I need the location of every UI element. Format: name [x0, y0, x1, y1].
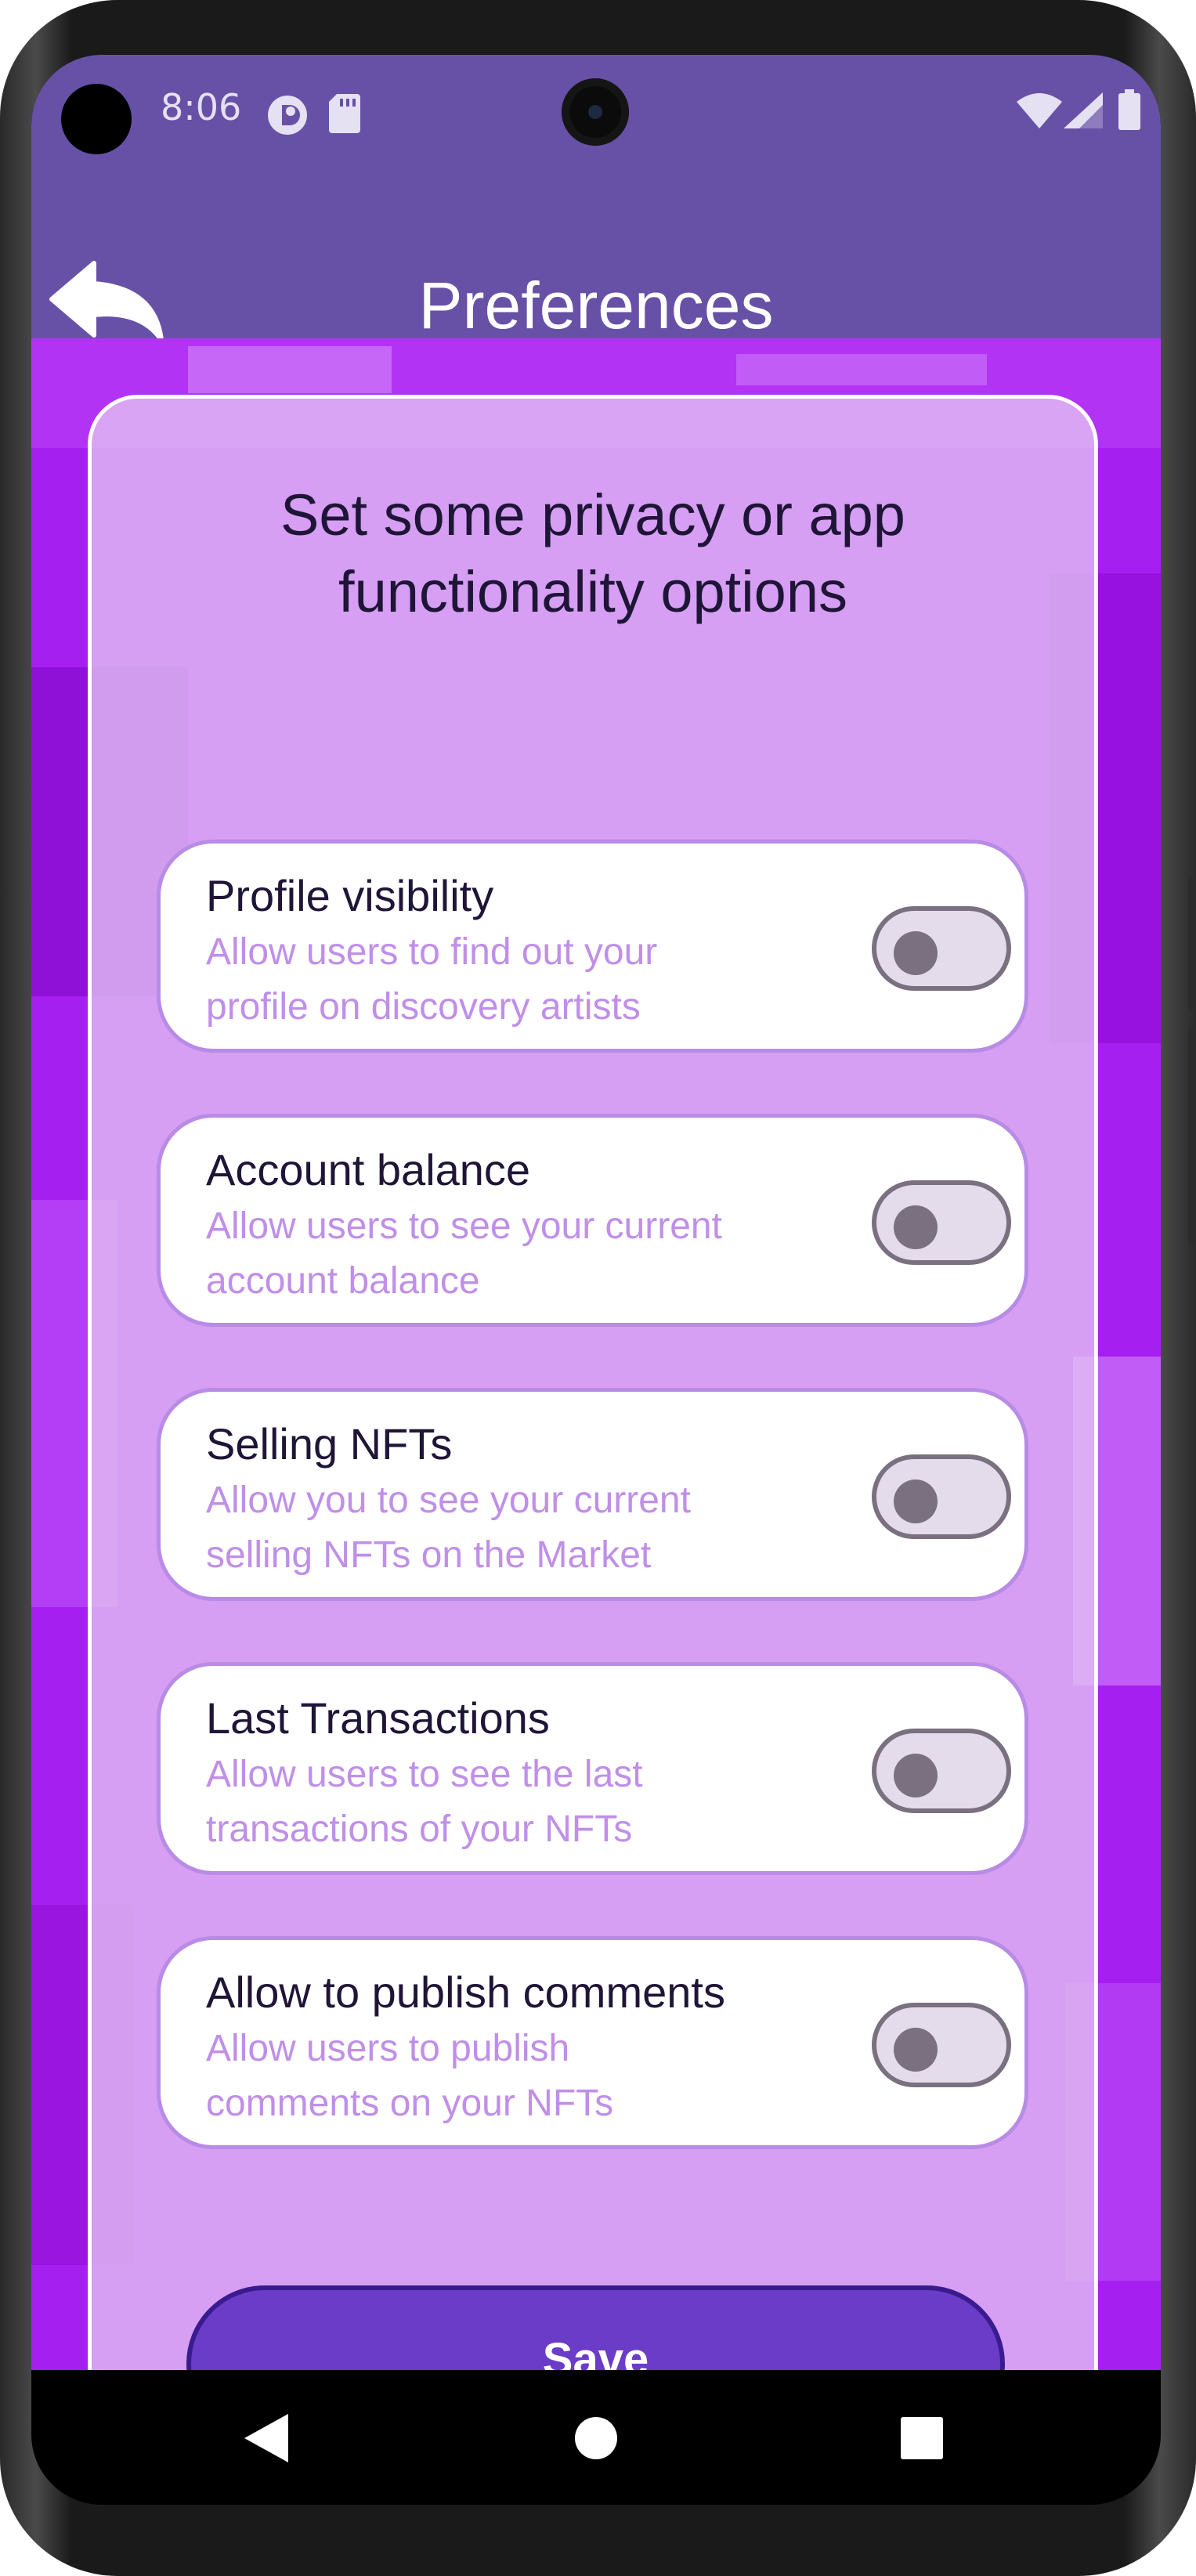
option-account-balance: Account balance Allow users to see your … — [157, 1114, 1028, 1327]
status-bar: 8:06 — [31, 55, 1161, 172]
option-description-line: selling NFTs on the Market — [206, 1534, 652, 1576]
card-heading: Set some privacy or app functionality op… — [92, 477, 1094, 630]
option-description: Allow users to find out your profile on … — [206, 925, 848, 1035]
heading-line-2: functionality options — [338, 559, 847, 624]
screen: 8:06 Preferences Set some privacy or app… — [31, 55, 1161, 2505]
toggle-knob — [894, 931, 938, 975]
power-button — [1188, 1026, 1196, 1245]
toggle-knob — [894, 1754, 938, 1797]
option-description: Allow users to publish comments on your … — [206, 2021, 848, 2131]
selling-nfts-toggle[interactable] — [872, 1454, 1011, 1539]
punch-hole — [61, 84, 132, 154]
save-button[interactable]: Save — [186, 2285, 1005, 2370]
content-area: Set some privacy or app functionality op… — [31, 338, 1161, 2370]
option-description: Allow users to see your current account … — [206, 1199, 848, 1309]
option-description-line: Allow users to see the last — [206, 1754, 643, 1795]
profile-visibility-toggle[interactable] — [872, 906, 1011, 991]
toggle-knob — [894, 2028, 938, 2072]
option-description-line: Allow you to see your current — [206, 1479, 691, 1521]
toggle-knob — [894, 1205, 938, 1249]
option-description-line: profile on discovery artists — [206, 986, 641, 1028]
option-description: Allow you to see your current selling NF… — [206, 1473, 848, 1583]
option-description-line: transactions of your NFTs — [206, 1808, 633, 1850]
option-publish-comments: Allow to publish comments Allow users to… — [157, 1936, 1028, 2149]
option-description-line: Allow users to publish — [206, 2028, 570, 2069]
option-profile-visibility: Profile visibility Allow users to find o… — [157, 840, 1028, 1053]
volume-button — [1188, 877, 1196, 1010]
navigation-bar — [31, 2370, 1161, 2505]
heading-line-1: Set some privacy or app — [280, 482, 905, 547]
save-button-label: Save — [542, 2334, 649, 2370]
recents-square-icon[interactable] — [901, 2417, 943, 2462]
wifi-icon — [1017, 92, 1062, 132]
option-title: Selling NFTs — [206, 1419, 453, 1469]
option-title: Account balance — [206, 1145, 531, 1194]
page-title: Preferences — [418, 269, 774, 342]
option-description: Allow users to see the last transactions… — [206, 1747, 848, 1857]
option-last-transactions: Last Transactions Allow users to see the… — [157, 1662, 1028, 1875]
device-frame: 8:06 Preferences Set some privacy or app… — [0, 0, 1196, 2576]
option-title: Allow to publish comments — [206, 1967, 725, 2017]
back-triangle-icon[interactable] — [244, 2414, 288, 2466]
battery-icon — [1118, 89, 1140, 133]
front-camera — [562, 78, 629, 146]
home-circle-icon[interactable] — [575, 2417, 617, 2462]
app-bar: Preferences — [31, 172, 1161, 342]
option-title: Last Transactions — [206, 1693, 550, 1743]
toggle-knob — [894, 1479, 938, 1523]
option-description-line: comments on your NFTs — [206, 2083, 614, 2124]
account-balance-toggle[interactable] — [872, 1180, 1011, 1265]
option-description-line: Allow users to find out your — [206, 931, 658, 973]
last-transactions-toggle[interactable] — [872, 1729, 1011, 1813]
option-description-line: Allow users to see your current — [206, 1205, 722, 1247]
status-time: 8:06 — [161, 86, 242, 128]
media-icon — [266, 94, 309, 139]
publish-comments-toggle[interactable] — [872, 2003, 1011, 2087]
signal-icon — [1064, 92, 1103, 132]
option-selling-nfts: Selling NFTs Allow you to see your curre… — [157, 1388, 1028, 1601]
option-description-line: account balance — [206, 1260, 480, 1302]
option-title: Profile visibility — [206, 871, 494, 920]
sd-card-icon — [329, 94, 360, 136]
